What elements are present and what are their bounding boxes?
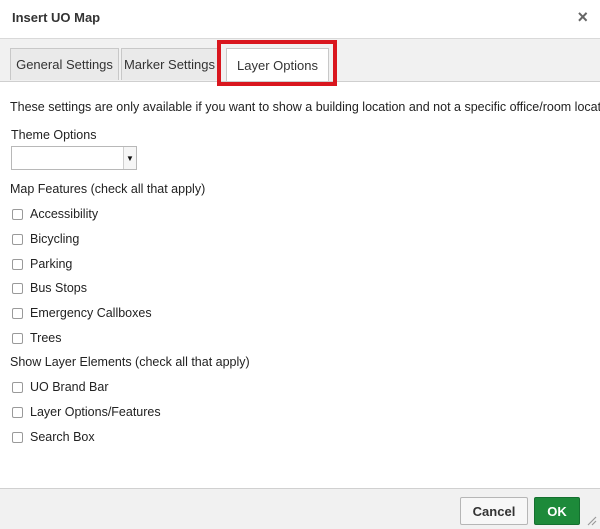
checkbox-label: Bus Stops [30, 281, 87, 295]
settings-description: These settings are only available if you… [10, 100, 600, 114]
checkbox-bicycling[interactable] [12, 233, 23, 245]
checkbox-row-trees[interactable]: Trees [12, 330, 62, 346]
layer-elements-label: Show Layer Elements (check all that appl… [10, 355, 250, 369]
map-features-label: Map Features (check all that apply) [10, 182, 206, 196]
checkbox-accessibility[interactable] [12, 208, 23, 220]
theme-options-select[interactable]: ▼ [11, 146, 137, 170]
checkbox-row-uo-brand-bar[interactable]: UO Brand Bar [12, 379, 109, 395]
checkbox-search-box[interactable] [12, 431, 23, 443]
checkbox-row-emergency-callboxes[interactable]: Emergency Callboxes [12, 305, 152, 321]
theme-options-label: Theme Options [11, 128, 97, 142]
checkbox-uo-brand-bar[interactable] [12, 381, 23, 393]
checkbox-row-search-box[interactable]: Search Box [12, 429, 95, 445]
resize-handle-icon[interactable] [587, 516, 597, 526]
tab-layer-options[interactable]: Layer Options [226, 48, 329, 81]
tab-marker-settings[interactable]: Marker Settings [121, 48, 218, 80]
checkbox-bus-stops[interactable] [12, 282, 23, 294]
checkbox-parking[interactable] [12, 258, 23, 270]
checkbox-row-bicycling[interactable]: Bicycling [12, 231, 79, 247]
checkbox-label: Emergency Callboxes [30, 306, 152, 320]
checkbox-row-bus-stops[interactable]: Bus Stops [12, 280, 87, 296]
cancel-button[interactable]: Cancel [460, 497, 528, 525]
chevron-down-icon: ▼ [123, 147, 136, 169]
checkbox-row-parking[interactable]: Parking [12, 256, 72, 272]
checkbox-layer-options-features[interactable] [12, 406, 23, 418]
tab-general-settings[interactable]: General Settings [10, 48, 119, 80]
checkbox-row-accessibility[interactable]: Accessibility [12, 206, 98, 222]
dialog-footer: Cancel OK [0, 488, 600, 529]
dialog-title: Insert UO Map [12, 10, 101, 25]
tab-bar: General Settings Marker Settings Layer O… [0, 39, 600, 82]
close-icon[interactable]: × [577, 8, 588, 26]
checkbox-label: Accessibility [30, 207, 99, 221]
checkbox-label: Bicycling [30, 232, 80, 246]
checkbox-label: Trees [30, 331, 62, 345]
checkbox-emergency-callboxes[interactable] [12, 307, 23, 319]
checkbox-label: Parking [30, 257, 73, 271]
checkbox-trees[interactable] [12, 332, 23, 344]
checkbox-label: UO Brand Bar [30, 380, 109, 394]
ok-button[interactable]: OK [534, 497, 580, 525]
checkbox-row-layer-options-features[interactable]: Layer Options/Features [12, 404, 161, 420]
dialog-titlebar: Insert UO Map × [0, 0, 600, 39]
checkbox-label: Search Box [30, 430, 95, 444]
checkbox-label: Layer Options/Features [30, 405, 161, 419]
